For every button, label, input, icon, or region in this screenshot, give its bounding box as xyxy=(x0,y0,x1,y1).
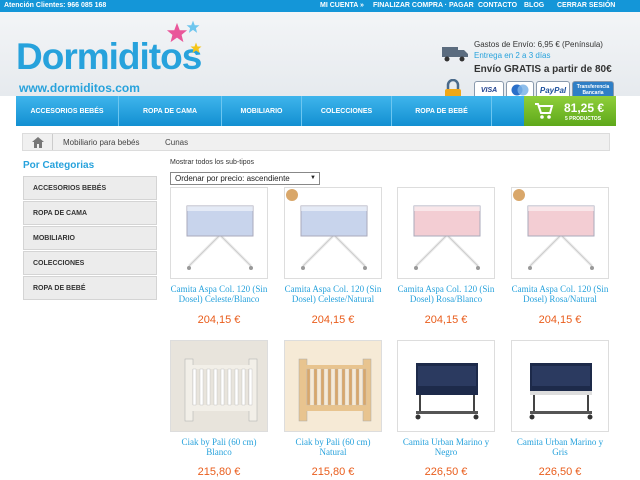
product-image[interactable] xyxy=(397,187,495,279)
product-image[interactable] xyxy=(511,187,609,279)
home-icon[interactable] xyxy=(23,134,53,150)
customer-phone: Atención Clientes: 966 085 168 xyxy=(4,2,107,9)
nav-item-ropa-bebe[interactable]: ROPA DE BEBÉ xyxy=(392,96,492,126)
header: Dormiditos www.dormiditos.com Gastos de … xyxy=(0,12,640,100)
top-bar: Atención Clientes: 966 085 168 MI CUENTA… xyxy=(0,0,640,12)
breadcrumb-mobiliario[interactable]: Mobiliario para bebés xyxy=(63,138,140,147)
truck-icon xyxy=(442,47,468,62)
cart-button[interactable]: 81,25 € 5 PRODUCTOS xyxy=(524,96,616,126)
sort-value: Ordenar por precio: ascendiente xyxy=(175,174,290,183)
product-price: 204,15 € xyxy=(538,314,582,326)
sidebar-item-mobiliario[interactable]: MOBILIARIO xyxy=(23,226,157,250)
product-image[interactable] xyxy=(284,340,382,432)
sidebar-item-ropa-cama[interactable]: ROPA DE CAMA xyxy=(23,201,157,225)
sidebar-item-ropa-bebe[interactable]: ROPA DE BEBÉ xyxy=(23,276,157,300)
product-name[interactable]: Camita Aspa Col. 120 (Sin Dosel) Celeste… xyxy=(284,284,382,304)
yellow-star-icon xyxy=(190,42,202,53)
product-name[interactable]: Camita Urban Marino y Negro xyxy=(397,437,495,457)
site-url: www.dormiditos.com xyxy=(19,81,140,95)
product-price: 204,15 € xyxy=(311,314,355,326)
pink-star-icon xyxy=(166,22,188,43)
product-image[interactable] xyxy=(511,340,609,432)
product-price: 215,80 € xyxy=(197,466,241,478)
wood-swatch-icon xyxy=(286,189,298,201)
shipping-cost: Gastos de Envío: 6,95 € (Península) xyxy=(474,40,603,49)
cart-amount: 81,25 € xyxy=(564,101,605,115)
product-name[interactable]: Camita Urban Marino y Gris xyxy=(511,437,609,457)
product-price: 226,50 € xyxy=(538,466,582,478)
contact-link[interactable]: CONTACTO xyxy=(478,2,517,9)
blog-link[interactable]: BLOG xyxy=(524,2,544,9)
product-price: 204,15 € xyxy=(197,314,241,326)
nav-item-colecciones[interactable]: COLECCIONES xyxy=(302,96,392,126)
breadcrumb: Mobiliario para bebés Cunas xyxy=(22,133,610,151)
product-name[interactable]: Camita Aspa Col. 120 (Sin Dosel) Rosa/Bl… xyxy=(397,284,495,304)
product-image[interactable] xyxy=(170,340,268,432)
wood-swatch-icon xyxy=(513,189,525,201)
logout-link[interactable]: CERRAR SESIÓN xyxy=(557,2,615,9)
blue-star-icon xyxy=(186,20,200,33)
breadcrumb-cunas: Cunas xyxy=(165,138,189,147)
categories-title: Por Categorias xyxy=(23,160,95,171)
product-name[interactable]: Ciak by Pali (60 cm) Blanco xyxy=(170,437,268,457)
product-name[interactable]: Camita Aspa Col. 120 (Sin Dosel) Celeste… xyxy=(170,284,268,304)
product-price: 215,80 € xyxy=(311,466,355,478)
product-image[interactable] xyxy=(397,340,495,432)
show-all-subtypes[interactable]: Mostrar todos los sub-tipos xyxy=(170,159,254,166)
product-image[interactable] xyxy=(170,187,268,279)
checkout-link[interactable]: FINALIZAR COMPRA · PAGAR xyxy=(373,2,474,9)
dropdown-arrow-icon: ▼ xyxy=(310,175,316,181)
nav-item-ropa-cama[interactable]: ROPA DE CAMA xyxy=(119,96,222,126)
product-name[interactable]: Camita Aspa Col. 120 (Sin Dosel) Rosa/Na… xyxy=(511,284,609,304)
cart-item-count: 5 PRODUCTOS xyxy=(565,116,602,122)
cart-icon xyxy=(535,103,554,119)
my-account-link[interactable]: MI CUENTA » xyxy=(320,2,364,9)
sidebar-item-accesorios[interactable]: ACCESORIOS BEBÉS xyxy=(23,176,157,200)
nav-item-accesorios[interactable]: ACCESORIOS BEBÉS xyxy=(16,96,119,126)
product-price: 204,15 € xyxy=(424,314,468,326)
product-image[interactable] xyxy=(284,187,382,279)
sidebar-item-colecciones[interactable]: COLECCIONES xyxy=(23,251,157,275)
delivery-time: Entrega en 2 a 3 días xyxy=(474,51,551,60)
sort-select[interactable]: Ordenar por precio: ascendiente ▼ xyxy=(170,172,320,185)
nav-item-mobiliario[interactable]: MOBILIARIO xyxy=(222,96,302,126)
product-price: 226,50 € xyxy=(424,466,468,478)
mastercard-icon xyxy=(511,84,529,96)
product-name[interactable]: Ciak by Pali (60 cm) Natural xyxy=(284,437,382,457)
free-shipping: Envío GRATIS a partir de 80€ xyxy=(474,64,612,75)
